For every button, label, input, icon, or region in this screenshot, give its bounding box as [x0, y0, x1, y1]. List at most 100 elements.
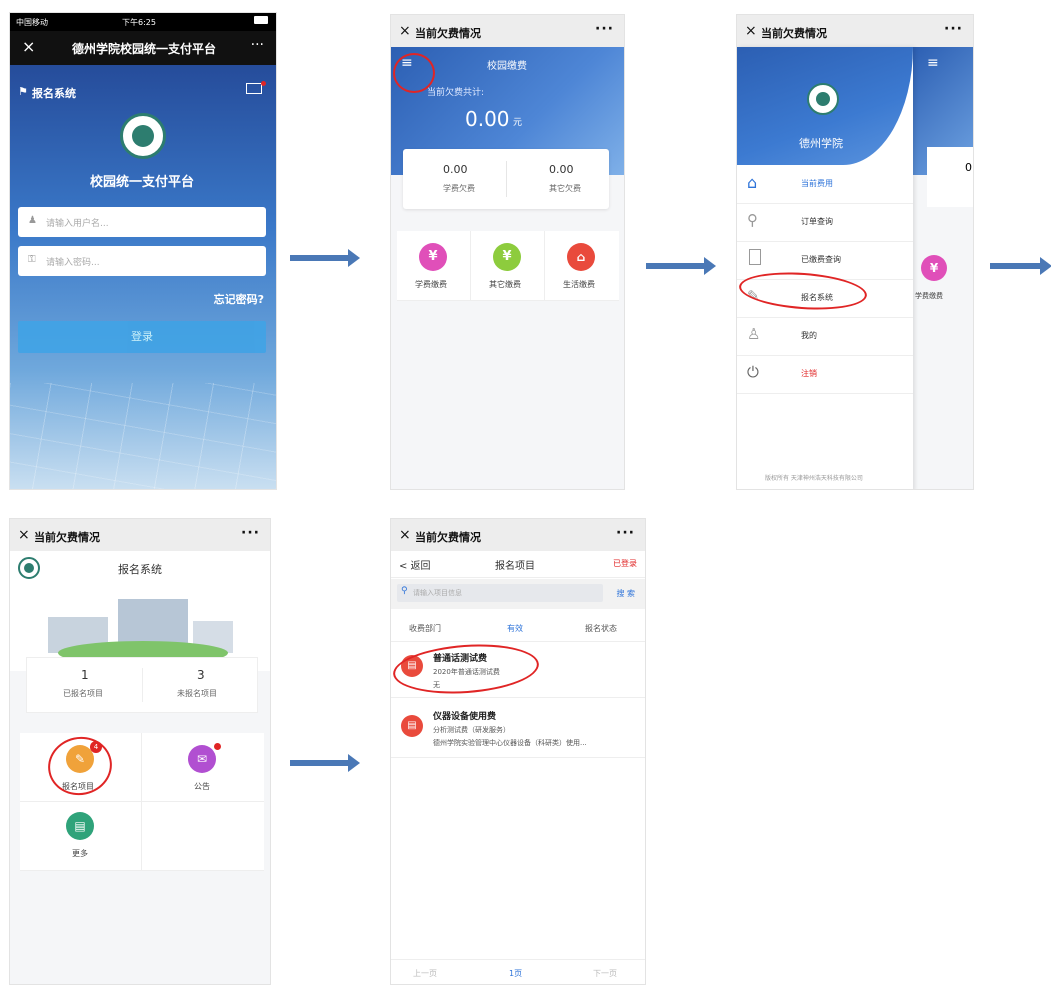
menu-item-current-fees[interactable]: ⌂ 当前费用	[737, 165, 913, 204]
other-payment-tile[interactable]: ¥ 其它缴费	[471, 231, 545, 301]
filter-department[interactable]: 收费部门	[409, 623, 441, 634]
more-icon[interactable]: ···	[251, 37, 264, 53]
tile-notice[interactable]: ✉ 公告	[142, 733, 264, 802]
menu-label-paid: 已缴费查询	[801, 255, 841, 264]
menu-item-mine[interactable]: ♙ 我的	[737, 317, 913, 356]
battery-icon	[254, 16, 268, 24]
unsigned-label: 未报名项目	[177, 689, 217, 698]
school-logo	[120, 113, 166, 159]
wechat-title: 当前欠费情况	[415, 27, 481, 40]
filter-bar: 收费部门 有效 报名状态	[391, 615, 645, 642]
platform-title: 校园统一支付平台	[90, 175, 195, 190]
tile-more-label: 更多	[72, 849, 88, 858]
current-page: 1页	[509, 969, 523, 978]
status-bar: 中国移动 下午6:25	[10, 13, 276, 31]
prev-page-button[interactable]: 上一页	[413, 968, 437, 979]
user-icon: ♙	[747, 325, 761, 343]
forgot-password-link[interactable]: 忘记密码?	[214, 291, 264, 307]
status-time: 下午6:25	[122, 18, 156, 27]
project-title: 仪器设备使用费	[433, 712, 497, 722]
coin-icon: ¥	[493, 243, 521, 271]
username-field[interactable]: ♟ 请输入用户名...	[18, 207, 266, 237]
tile-more[interactable]: ▤ 更多	[20, 802, 142, 871]
search-placeholder: 请输入项目信息	[413, 589, 462, 597]
signup-stats-card: 1 已报名项目 3 未报名项目	[26, 657, 258, 713]
search-button[interactable]: 搜 索	[616, 588, 635, 599]
login-button[interactable]: 登录	[18, 321, 266, 353]
menu-item-orders[interactable]: ⚲ 订单查询	[737, 203, 913, 242]
campus-illustration	[28, 587, 254, 667]
signed-label: 已报名项目	[63, 689, 103, 698]
filter-valid[interactable]: 有效	[507, 623, 523, 634]
next-page-button[interactable]: 下一页	[593, 968, 617, 979]
payment-grid: ¥ 学费缴费 ¥ 其它缴费 ⌂ 生活缴费	[397, 231, 619, 301]
project-note: 德州学院实验管理中心仪器设备（科研类）使用...	[433, 739, 587, 747]
username-placeholder: 请输入用户名...	[46, 219, 109, 229]
more-icon[interactable]: ···	[616, 525, 635, 541]
menu-item-logout[interactable]: ⏻ 注销	[737, 355, 913, 394]
school-name: 德州学院	[799, 137, 843, 150]
projects-screen: × 当前欠费情况 ··· < 返回 报名项目 已登录 ⚲ 请输入项目信息 搜 索…	[390, 518, 646, 985]
wechat-bar: × 当前欠费情况 ···	[391, 519, 645, 551]
power-icon: ⏻	[747, 363, 759, 381]
mail-icon[interactable]	[246, 83, 262, 94]
password-placeholder: 请输入密码...	[46, 258, 100, 268]
signup-link[interactable]: 报名系统	[32, 85, 76, 101]
fees-screen: × 当前欠费情况 ··· ≡ 校园缴费 当前欠费共计: 0.00 元 0.00 …	[390, 14, 625, 490]
living-payment-label: 生活缴费	[563, 280, 595, 289]
more-apps-icon: ▤	[66, 812, 94, 840]
shop-icon: ⌂	[567, 243, 595, 271]
password-field[interactable]: ⚿ 请输入密码...	[18, 246, 266, 276]
drawer-header: 德州学院	[737, 47, 913, 165]
living-payment-tile[interactable]: ⌂ 生活缴费	[545, 231, 619, 301]
nav-bar: < 返回 报名项目 已登录	[391, 551, 645, 578]
other-arrears-label: 其它欠费	[549, 184, 581, 193]
tile-notice-label: 公告	[194, 782, 210, 791]
project-item-2[interactable]: ▤ 仪器设备使用费 分析测试费（研发服务） 德州学院实验管理中心仪器设备（科研类…	[391, 703, 645, 758]
flow-arrow-1	[290, 249, 360, 267]
menu-icon: ≡	[927, 55, 939, 71]
filter-status[interactable]: 报名状态	[585, 623, 617, 634]
tuition-arrears-value: 0.00	[443, 163, 468, 176]
tuition-arrears-label: 学费欠费	[443, 184, 475, 193]
home-icon: ⌂	[747, 173, 758, 192]
total-unit: 元	[513, 118, 523, 128]
school-logo	[18, 557, 40, 579]
login-button-label: 登录	[131, 330, 153, 343]
signup-title: 报名系统	[118, 563, 162, 576]
carrier-text: 中国移动	[16, 18, 48, 27]
total-amount: 0.00	[465, 107, 510, 131]
card-divider	[142, 668, 143, 702]
more-icon[interactable]: ···	[241, 525, 260, 541]
menu-label-orders: 订单查询	[801, 217, 833, 226]
search-icon: ⚲	[401, 586, 408, 596]
flow-arrow-3	[990, 257, 1051, 275]
unsigned-count: 3	[197, 668, 205, 682]
app-title-bar: × 德州学院校园统一支付平台 ···	[10, 31, 276, 65]
close-icon[interactable]: ×	[745, 23, 757, 39]
app-title: 德州学院校园统一支付平台	[72, 42, 217, 56]
search-input[interactable]: ⚲ 请输入项目信息	[397, 584, 603, 602]
page-title: 报名项目	[495, 561, 535, 572]
card-divider	[506, 161, 507, 197]
close-icon[interactable]: ×	[22, 37, 35, 56]
close-icon[interactable]: ×	[399, 23, 411, 39]
pager: 上一页 1页 下一页	[391, 959, 645, 984]
more-icon[interactable]: ···	[595, 21, 614, 37]
close-icon[interactable]: ×	[18, 527, 30, 543]
signup-screen: × 当前欠费情况 ··· 报名系统 1 已报名项目 3 未报名项目 ✎ 4 报名…	[9, 518, 271, 985]
flag-icon: ⚑	[18, 85, 28, 98]
other-payment-label: 其它缴费	[489, 280, 521, 289]
total-label: 当前欠费共计:	[427, 88, 485, 98]
annotation-circle-menu	[393, 53, 435, 93]
close-icon[interactable]: ×	[399, 527, 411, 543]
more-icon[interactable]: ···	[944, 21, 963, 37]
signup-header: 报名系统	[10, 551, 270, 671]
tuition-payment-tile[interactable]: ¥ 学费缴费	[397, 231, 471, 301]
arrears-card: 0.00 学费欠费 0.00 其它欠费	[403, 149, 609, 209]
back-button[interactable]: < 返回	[399, 557, 431, 572]
tile-empty	[142, 802, 264, 871]
peek-value: 0	[965, 161, 972, 174]
copyright-footer: 版权所有 天津神州浩天科技有限公司	[765, 475, 863, 482]
notice-icon: ✉	[188, 745, 216, 773]
